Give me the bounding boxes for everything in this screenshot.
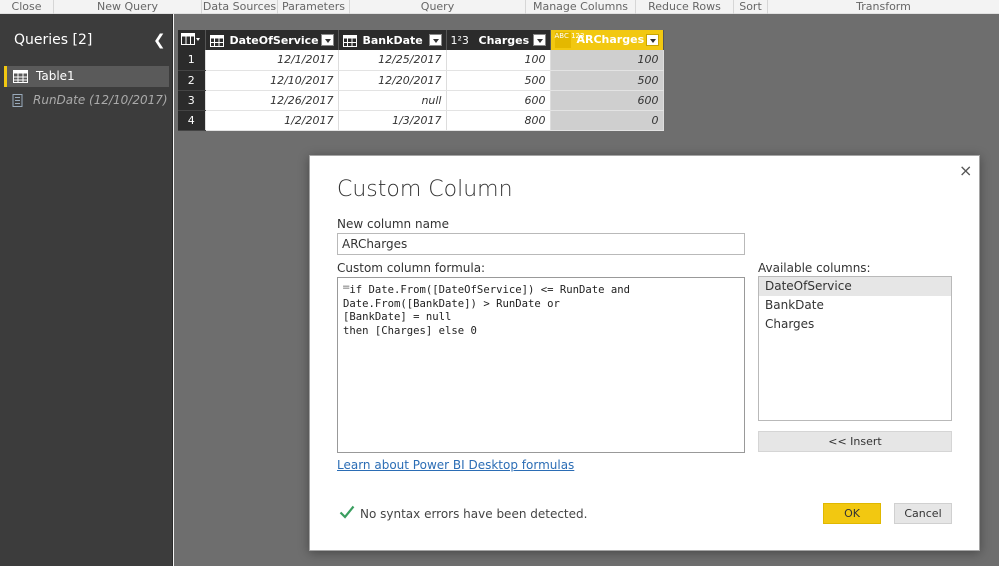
ribbon-group-parameters: Parameters [278, 0, 350, 14]
table-menu-button[interactable] [178, 30, 206, 50]
ribbon-group-sort: Sort [734, 0, 768, 14]
table-row: 4 1/2/2017 1/3/2017 800 0 [178, 110, 664, 131]
formula-text: if Date.From([DateOfService]) <= RunDate… [343, 284, 631, 337]
table-cell[interactable]: 0 [550, 110, 664, 131]
ribbon-group-query: Query [350, 0, 526, 14]
query-item-table1[interactable]: Table1 [4, 66, 169, 87]
table-cell[interactable]: 100 [550, 50, 664, 71]
queries-pane-title: Queries [2] [14, 32, 93, 48]
ribbon-group-transform: Transform [856, 0, 911, 13]
table-icon [13, 70, 28, 83]
available-column-item[interactable]: BankDate [759, 296, 951, 315]
column-name: DateOfService [229, 33, 319, 47]
row-index[interactable]: 4 [178, 110, 206, 131]
available-column-item[interactable]: DateOfService [759, 277, 951, 296]
number-type-icon: 1²3 [450, 33, 469, 47]
column-header-bankdate[interactable]: BankDate [338, 30, 447, 50]
formula-editor[interactable]: = if Date.From([DateOfService]) <= RunDa… [337, 277, 745, 453]
collapse-pane-icon[interactable]: ❮ [153, 31, 166, 49]
data-grid: DateOfService BankDate 1²3 Charges ABC 12… [178, 30, 664, 131]
formula-label: Custom column formula: [337, 261, 486, 275]
row-index[interactable]: 3 [178, 90, 206, 111]
table-cell[interactable]: 600 [446, 90, 551, 111]
table-cell[interactable]: 800 [446, 110, 551, 131]
calendar-type-icon [342, 34, 357, 47]
table-cell[interactable]: 500 [446, 70, 551, 91]
insert-button[interactable]: << Insert [758, 431, 952, 452]
table-cell[interactable]: 600 [550, 90, 664, 111]
column-header-dateofservice[interactable]: DateOfService [205, 30, 339, 50]
query-item-rundate[interactable]: RunDate (12/10/2017) [4, 90, 169, 111]
query-item-label: RunDate (12/10/2017) [33, 93, 168, 107]
calendar-type-icon [209, 34, 224, 47]
column-name: ARCharges [576, 33, 645, 46]
ribbon-group-new-query: New Query [54, 0, 202, 14]
available-column-item[interactable]: Charges [759, 315, 951, 334]
parameter-icon [12, 94, 23, 107]
column-filter-dropdown[interactable] [428, 34, 442, 46]
learn-formulas-link[interactable]: Learn about Power BI Desktop formulas [337, 458, 574, 472]
column-header-archarges[interactable]: ABC 123ARCharges [550, 30, 664, 50]
ok-button[interactable]: OK [823, 503, 881, 524]
syntax-status-message: No syntax errors have been detected. [360, 507, 588, 521]
table-row: 2 12/10/2017 12/20/2017 500 500 [178, 70, 664, 91]
table-cell[interactable]: 12/25/2017 [338, 50, 447, 71]
dialog-title: Custom Column [337, 177, 513, 202]
queries-pane: Queries [2] ❮ Table1 RunDate (12/10/2017… [0, 14, 173, 566]
ribbon-group-labels: Close New Query Data Sources Parameters … [0, 0, 999, 14]
table-cell[interactable]: 100 [446, 50, 551, 71]
any-type-icon: ABC 123 [554, 32, 584, 48]
table-row: 1 12/1/2017 12/25/2017 100 100 [178, 50, 664, 71]
cancel-button[interactable]: Cancel [894, 503, 952, 524]
ribbon-group-close: Close [0, 0, 54, 14]
ribbon-group-reduce-rows: Reduce Rows [636, 0, 734, 14]
column-filter-dropdown[interactable] [532, 34, 546, 46]
ribbon-group-data-sources: Data Sources [202, 0, 278, 14]
ribbon-group-manage-columns: Manage Columns [526, 0, 636, 14]
table-menu-icon [181, 32, 200, 45]
table-row: 3 12/26/2017 null 600 600 [178, 90, 664, 111]
column-name: Charges [478, 33, 530, 47]
row-index[interactable]: 1 [178, 50, 206, 71]
column-filter-dropdown[interactable] [645, 34, 659, 46]
new-column-name-label: New column name [337, 217, 450, 231]
available-columns-label: Available columns: [758, 261, 871, 275]
available-columns-list: DateOfService BankDate Charges [758, 276, 952, 421]
checkmark-icon [339, 505, 355, 519]
table-cell[interactable]: 1/3/2017 [338, 110, 447, 131]
close-icon[interactable]: × [959, 161, 972, 180]
column-filter-dropdown[interactable] [320, 34, 334, 46]
table-cell[interactable]: 500 [550, 70, 664, 91]
custom-column-dialog: × Custom Column New column name ARCharge… [309, 155, 980, 551]
table-cell[interactable]: null [338, 90, 447, 111]
table-cell[interactable]: 1/2/2017 [205, 110, 339, 131]
query-item-label: Table1 [36, 69, 75, 83]
table-cell[interactable]: 12/26/2017 [205, 90, 339, 111]
table-cell[interactable]: 12/1/2017 [205, 50, 339, 71]
table-cell[interactable]: 12/10/2017 [205, 70, 339, 91]
new-column-name-input[interactable]: ARCharges [337, 233, 745, 255]
column-name: BankDate [362, 33, 423, 47]
table-cell[interactable]: 12/20/2017 [338, 70, 447, 91]
column-header-charges[interactable]: 1²3 Charges [446, 30, 551, 50]
row-index[interactable]: 2 [178, 70, 206, 91]
